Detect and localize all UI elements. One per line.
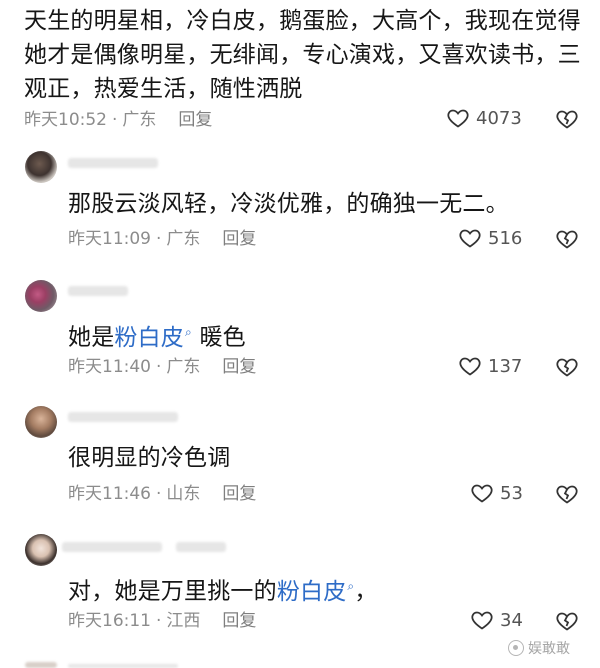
comment-4-dislike-button[interactable] [555,482,579,510]
comment-5-link-label: 粉白皮 [276,578,347,605]
comment-3-meta: 昨天11:40 · 广东 回复 [68,355,256,379]
comment-5-like-count: 34 [500,609,523,631]
heart-icon [447,109,469,128]
comment-5-text: 对，她是万里挑一的粉白皮⌕， [68,569,378,609]
comment-3-link-label: 粉白皮 [114,324,185,351]
heart-icon [459,229,481,248]
comment-5-search-link[interactable]: 粉白皮⌕ [277,579,355,605]
separator: · [156,229,162,249]
comment-1-dislike-button[interactable] [555,107,579,135]
broken-heart-icon [556,230,578,249]
comment-2-text: 那股云淡风轻，冷淡优雅，的确独一无二。 [68,191,509,217]
broken-heart-icon [556,485,578,504]
comment-3-reply-button[interactable]: 回复 [222,355,256,379]
comment-4-like-button[interactable]: 53 [470,481,523,505]
comment-3-search-link[interactable]: 粉白皮⌕ [114,325,192,351]
comment-5-time: 昨天16:11 [68,611,151,631]
comment-3-like-button[interactable]: 137 [458,354,522,378]
comment-4-text: 很明显的冷色调 [68,445,231,471]
comment-3-time: 昨天11:40 [68,357,151,377]
comment-5-username-extra [176,542,226,552]
comment-4-meta: 昨天11:46 · 山东 回复 [68,482,256,506]
comment-3-username[interactable] [68,286,128,296]
comment-4-time: 昨天11:46 [68,484,151,504]
comment-1-location: 广东 [122,110,157,130]
comment-2-time: 昨天11:09 [68,229,151,249]
comment-5-avatar[interactable] [25,534,57,566]
separator: · [156,357,162,377]
comment-1-text: 天生的明星相，冷白皮，鹅蛋脸，大高个，我现在觉得 她才是偶像明星，无绯闻，专心演… [24,4,594,106]
broken-heart-icon [556,110,578,129]
comment-1-line-1: 天生的明星相，冷白皮，鹅蛋脸，大高个，我现在觉得 [24,8,581,34]
comment-4-reply-button[interactable]: 回复 [222,482,256,506]
heart-icon [459,357,481,376]
watermark-logo-icon [508,640,524,656]
comment-1-line-3: 观正，热爱生活，随性洒脱 [24,76,303,102]
comment-5-reply-button[interactable]: 回复 [222,609,256,633]
comment-1-like-button[interactable]: 4073 [446,106,522,130]
comment-5-like-button[interactable]: 34 [470,608,523,632]
comment-2-dislike-button[interactable] [555,227,579,255]
comment-3-dislike-button[interactable] [555,355,579,383]
comment-2-avatar[interactable] [25,151,57,183]
next-comment-avatar-partial [25,662,57,668]
comment-1-meta: 昨天10:52 · 广东 回复 [24,108,212,132]
comment-3-avatar[interactable] [25,280,57,312]
heart-icon [471,611,493,630]
heart-icon [471,484,493,503]
search-icon: ⌕ [185,325,192,339]
comment-5-meta: 昨天16:11 · 江西 回复 [68,609,256,633]
comment-4-username[interactable] [68,412,178,422]
comment-3-like-count: 137 [488,355,523,377]
comment-4-like-count: 53 [500,482,523,504]
separator: · [156,484,162,504]
next-comment-username-partial [68,664,178,668]
comment-3-text-after: 暖色 [191,324,246,351]
comment-5-text-after: ， [354,578,378,605]
comment-2-like-count: 516 [488,227,523,249]
comment-1: 天生的明星相，冷白皮，鹅蛋脸，大高个，我现在觉得 她才是偶像明星，无绯闻，专心演… [24,4,594,106]
comment-3-text: 她是粉白皮⌕ 暖色 [68,315,246,355]
comment-1-line-2: 她才是偶像明星，无绯闻，专心演戏，又喜欢读书，三 [24,42,581,68]
watermark-text: 娱敢敢 [528,641,570,657]
comment-2-username[interactable] [68,158,158,168]
comment-1-reply-button[interactable]: 回复 [178,108,212,132]
comment-5-location: 江西 [166,611,201,631]
comment-2-location: 广东 [166,229,201,249]
comment-5-username[interactable] [62,542,162,552]
broken-heart-icon [556,358,578,377]
broken-heart-icon [556,612,578,631]
comment-4-location: 山东 [166,484,201,504]
comment-4-avatar[interactable] [25,406,57,438]
comment-2-meta: 昨天11:09 · 广东 回复 [68,227,256,251]
comment-2-reply-button[interactable]: 回复 [222,227,256,251]
comment-3-text-before: 她是 [68,324,115,351]
comment-5-dislike-button[interactable] [555,609,579,637]
separator: · [156,611,162,631]
comment-5-text-before: 对，她是万里挑一的 [68,578,277,605]
watermark: 娱敢敢 [508,638,570,658]
comment-1-time: 昨天10:52 [24,110,107,130]
comment-1-like-count: 4073 [476,107,522,129]
separator: · [112,110,118,130]
comment-2-like-button[interactable]: 516 [458,226,522,250]
comment-3-location: 广东 [166,357,201,377]
